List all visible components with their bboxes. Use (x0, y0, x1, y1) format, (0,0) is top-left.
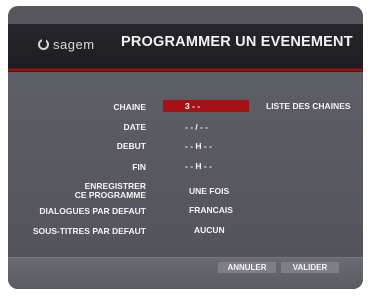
sagem-logo: sagem (38, 36, 95, 52)
cancel-button[interactable]: ANNULER (218, 262, 276, 273)
tv-screen: sagem PROGRAMMER UN EVENEMENT CHAINE 3 -… (8, 6, 363, 289)
record-label-line2: CE PROGRAMME (74, 190, 146, 200)
sagem-logo-icon (38, 37, 49, 50)
channel-list-button[interactable]: LISTE DES CHAINES (266, 101, 351, 111)
validate-button[interactable]: VALIDER (281, 262, 339, 273)
debut-input[interactable]: - - H - - (185, 141, 212, 151)
record-label: ENREGISTRER CE PROGRAMME (75, 182, 146, 200)
debut-label: DEBUT (116, 141, 146, 151)
chaine-label: CHAINE (113, 102, 146, 112)
fin-label: FIN (132, 162, 146, 172)
chaine-input[interactable]: 3 - - (163, 100, 249, 112)
subtitles-label: SOUS-TITRES PAR DEFAUT (32, 226, 146, 236)
record-select[interactable]: UNE FOIS (189, 186, 229, 196)
dialogues-select[interactable]: FRANCAIS (189, 205, 233, 215)
page-title: PROGRAMMER UN EVENEMENT (121, 34, 353, 50)
date-label: DATE (123, 122, 146, 132)
dialogues-label: DIALOGUES PAR DEFAUT (39, 206, 146, 216)
brand-name: sagem (53, 36, 95, 52)
date-input[interactable]: - - / - - (185, 122, 208, 132)
subtitles-select[interactable]: AUCUN (194, 225, 225, 235)
fin-input[interactable]: - - H - - (185, 161, 212, 171)
